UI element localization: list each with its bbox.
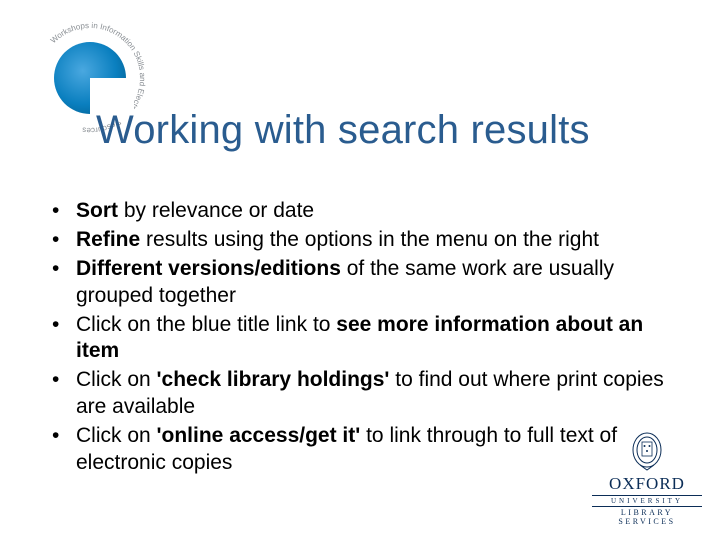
bullet-text: results using the options in the menu on… bbox=[140, 228, 599, 251]
bullet-item: Click on 'check library holdings' to fin… bbox=[48, 367, 672, 421]
bullet-text: by relevance or date bbox=[118, 199, 314, 222]
bullet-bold: Sort bbox=[76, 199, 118, 222]
bullet-list: Sort by relevance or date Refine results… bbox=[48, 198, 672, 479]
oxford-line-university: UNIVERSITY bbox=[592, 495, 702, 507]
slide-title: Working with search results bbox=[96, 108, 590, 153]
bullet-text: Click on bbox=[76, 424, 157, 447]
oxford-footer-logo: OXFORD UNIVERSITY LIBRARY SERVICES bbox=[592, 432, 702, 526]
bullet-bold: Different versions/editions bbox=[76, 257, 341, 280]
bullet-item: Click on the blue title link to see more… bbox=[48, 312, 672, 366]
bullet-item: Refine results using the options in the … bbox=[48, 227, 672, 254]
oxford-wordmark: OXFORD bbox=[592, 474, 702, 494]
bullet-item: Different versions/editions of the same … bbox=[48, 256, 672, 310]
oxford-crest-icon bbox=[630, 432, 664, 472]
bullet-bold: 'online access/get it' bbox=[157, 424, 361, 447]
bullet-item: Sort by relevance or date bbox=[48, 198, 672, 225]
bullet-item: Click on 'online access/get it' to link … bbox=[48, 423, 672, 477]
oxford-line-library: LIBRARY bbox=[592, 507, 702, 517]
oxford-line-services: SERVICES bbox=[592, 517, 702, 526]
bullet-text: Click on the blue title link to bbox=[76, 313, 336, 336]
bullet-bold: Refine bbox=[76, 228, 140, 251]
bullet-bold: 'check library holdings' bbox=[157, 368, 390, 391]
bullet-text: Click on bbox=[76, 368, 157, 391]
